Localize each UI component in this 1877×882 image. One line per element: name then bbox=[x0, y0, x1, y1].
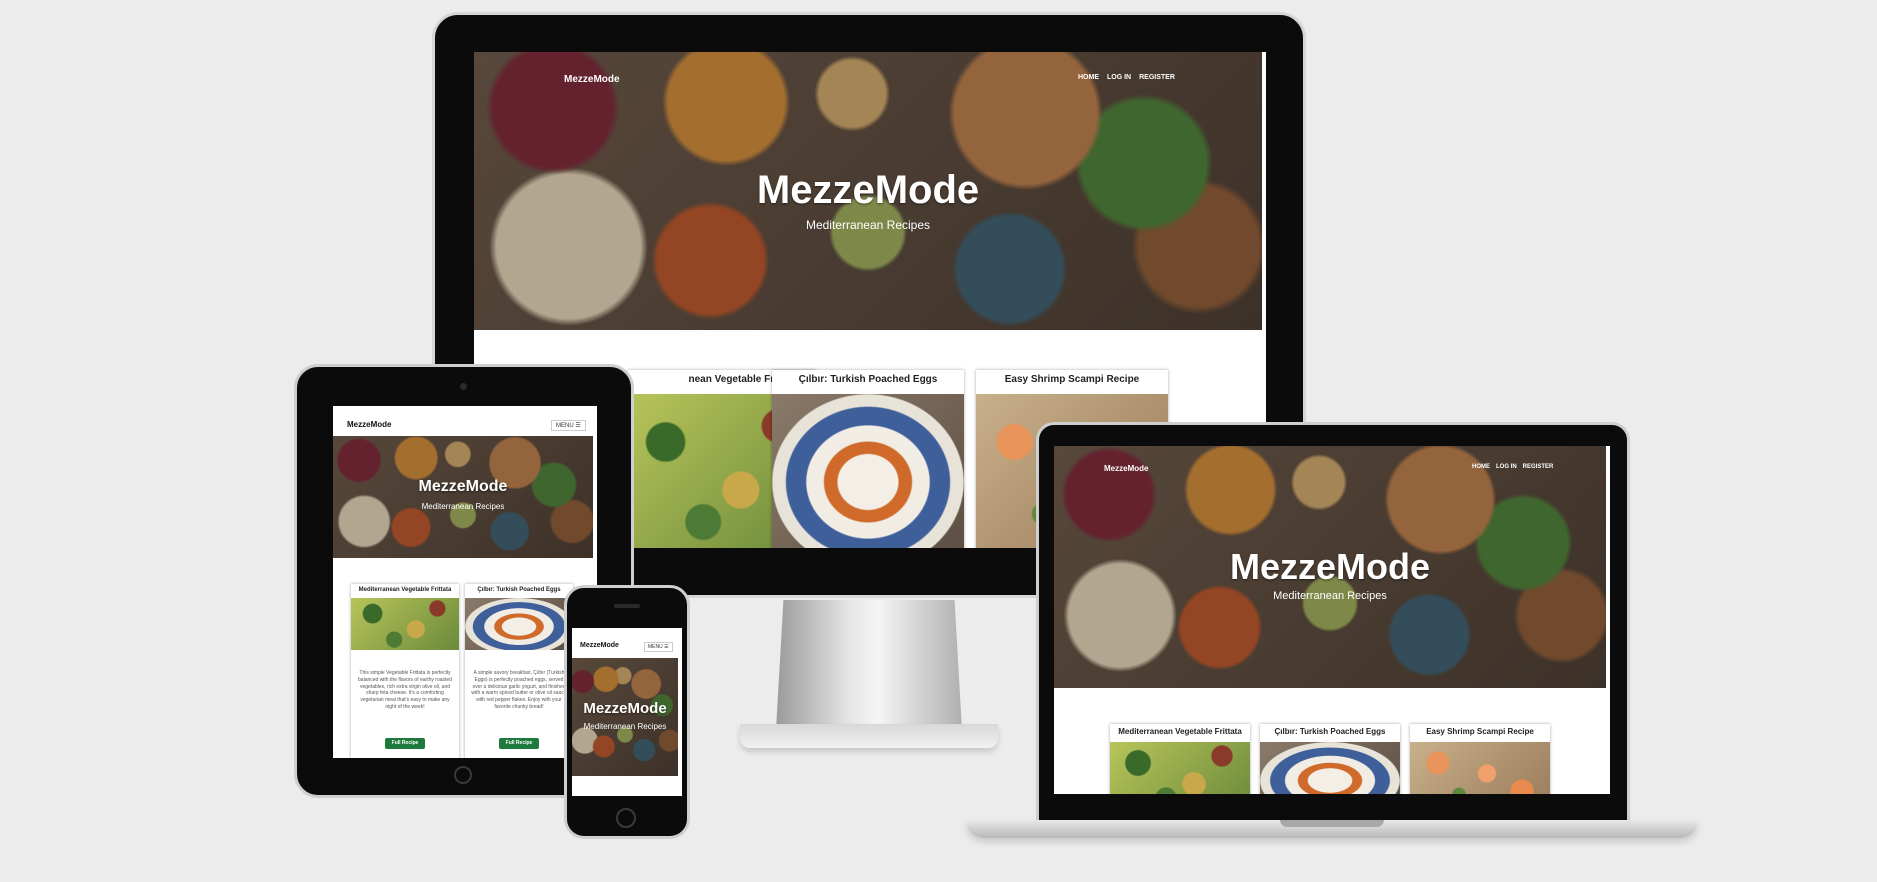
desktop-card-image bbox=[772, 394, 964, 548]
phone-menu-button[interactable]: MENU ☰ bbox=[644, 642, 673, 652]
tablet-hero: MezzeMode Mediterranean Recipes bbox=[333, 436, 593, 558]
laptop-hero-title: MezzeMode bbox=[1229, 546, 1431, 587]
phone-screen: MezzeMode MENU ☰ MezzeMode Mediterranean… bbox=[572, 628, 682, 796]
tablet-card-eggs: Çılbır: Turkish Poached Eggs A simple sa… bbox=[465, 584, 573, 758]
tablet-card-description: A simple savory breakfast, Çılbır (Turki… bbox=[471, 670, 567, 710]
laptop-nav: HOME LOG IN REGISTER bbox=[1472, 464, 1553, 470]
tablet-card-frittata: Mediterranean Vegetable Frittata This si… bbox=[351, 584, 459, 758]
monitor-stand bbox=[776, 600, 962, 730]
tablet-card-image bbox=[465, 598, 573, 650]
tablet-home-button[interactable] bbox=[454, 766, 472, 784]
tablet-card-description: This simple Vegetable Frittata is perfec… bbox=[358, 670, 452, 710]
phone-hero: MezzeMode Mediterranean Recipes bbox=[572, 658, 678, 776]
phone-speaker bbox=[614, 604, 640, 608]
laptop-card-shrimp: Easy Shrimp Scampi Recipe bbox=[1410, 724, 1550, 794]
laptop-hero: MezzeMode HOME LOG IN REGISTER MezzeMode… bbox=[1054, 446, 1606, 688]
laptop-card-eggs: Çılbır: Turkish Poached Eggs bbox=[1260, 724, 1400, 794]
desktop-hero-title: MezzeMode bbox=[756, 168, 980, 212]
tablet-card-title: Çılbır: Turkish Poached Eggs bbox=[477, 587, 561, 593]
tablet-hero-subtitle: Mediterranean Recipes bbox=[421, 502, 505, 511]
laptop-card-image bbox=[1110, 742, 1250, 794]
nav-home[interactable]: HOME bbox=[1472, 464, 1490, 470]
laptop-card-frittata: Mediterranean Vegetable Frittata bbox=[1110, 724, 1250, 794]
laptop-screen: MezzeMode HOME LOG IN REGISTER MezzeMode… bbox=[1054, 446, 1610, 794]
desktop-card-title: Easy Shrimp Scampi Recipe bbox=[1004, 374, 1140, 385]
tablet-hero-title: MezzeMode bbox=[418, 478, 508, 495]
laptop-card-image bbox=[1260, 742, 1400, 794]
tablet-menu-button[interactable]: MENU ☰ bbox=[551, 420, 586, 431]
nav-register[interactable]: REGISTER bbox=[1523, 464, 1554, 470]
monitor-base bbox=[740, 724, 998, 748]
phone-brand[interactable]: MezzeMode bbox=[580, 642, 619, 649]
laptop-hero-subtitle: Mediterranean Recipes bbox=[1273, 590, 1387, 602]
tablet-brand[interactable]: MezzeMode bbox=[347, 420, 391, 429]
laptop-card-title: Mediterranean Vegetable Frittata bbox=[1118, 727, 1242, 736]
nav-register[interactable]: REGISTER bbox=[1139, 74, 1175, 81]
laptop-card-title: Easy Shrimp Scampi Recipe bbox=[1426, 727, 1534, 736]
desktop-hero: MezzeMode HOME LOG IN REGISTER MezzeMode… bbox=[474, 52, 1262, 330]
phone-home-button[interactable] bbox=[616, 808, 636, 828]
phone-hero-subtitle: Mediterranean Recipes bbox=[583, 722, 667, 731]
tablet-card-title: Mediterranean Vegetable Frittata bbox=[358, 587, 452, 593]
laptop-notch bbox=[1280, 820, 1384, 827]
tablet-full-recipe-button[interactable]: Full Recipe bbox=[385, 738, 425, 749]
laptop-brand[interactable]: MezzeMode bbox=[1104, 464, 1148, 473]
nav-home[interactable]: HOME bbox=[1078, 74, 1099, 81]
tablet-screen: MezzeMode MENU ☰ MezzeMode Mediterranean… bbox=[333, 406, 597, 758]
desktop-hero-subtitle: Mediterranean Recipes bbox=[805, 218, 931, 232]
laptop-card-title: Çılbır: Turkish Poached Eggs bbox=[1274, 727, 1386, 736]
tablet-full-recipe-button[interactable]: Full Recipe bbox=[499, 738, 539, 749]
tablet-camera bbox=[460, 383, 467, 390]
desktop-brand[interactable]: MezzeMode bbox=[564, 74, 620, 85]
desktop-nav: HOME LOG IN REGISTER bbox=[1078, 74, 1175, 81]
desktop-card-title: Çılbır: Turkish Poached Eggs bbox=[798, 374, 938, 385]
desktop-card-eggs: Çılbır: Turkish Poached Eggs bbox=[772, 370, 964, 548]
laptop-card-image bbox=[1410, 742, 1550, 794]
phone-hero-title: MezzeMode bbox=[583, 700, 667, 717]
tablet-card-image bbox=[351, 598, 459, 650]
nav-login[interactable]: LOG IN bbox=[1107, 74, 1131, 81]
nav-login[interactable]: LOG IN bbox=[1496, 464, 1517, 470]
